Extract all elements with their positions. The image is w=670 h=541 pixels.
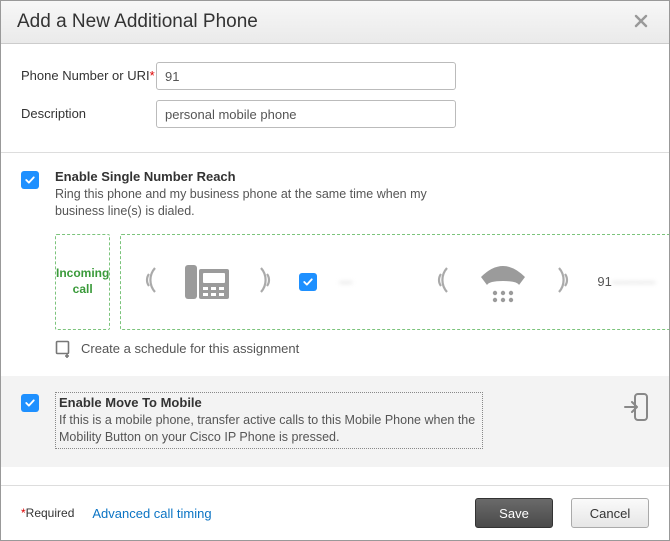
mobile-phone-number: 91––––––: [597, 274, 655, 289]
phone-number-label: Phone Number or URI*: [21, 68, 156, 85]
signal-right2-icon: [553, 260, 575, 303]
move-to-mobile-section: Enable Move To Mobile If this is a mobil…: [1, 376, 669, 467]
phone-number-input[interactable]: [156, 62, 456, 90]
calendar-add-icon: [55, 340, 73, 358]
save-button[interactable]: Save: [475, 498, 553, 528]
create-schedule-label: Create a schedule for this assignment: [81, 341, 299, 356]
snr-text: Enable Single Number Reach Ring this pho…: [55, 169, 649, 220]
desk-phone-icon: [183, 257, 233, 307]
dialog-titlebar: Add a New Additional Phone: [1, 1, 669, 44]
description-label: Description: [21, 106, 156, 123]
advanced-call-timing-link[interactable]: Advanced call timing: [92, 506, 211, 521]
signal-left2-icon: [431, 260, 453, 303]
snr-title: Enable Single Number Reach: [55, 169, 649, 184]
move-text: Enable Move To Mobile If this is a mobil…: [55, 392, 609, 449]
transfer-to-mobile-icon: [623, 392, 649, 422]
signal-left-icon: [139, 260, 161, 303]
close-icon[interactable]: [629, 11, 653, 33]
description-input[interactable]: [156, 100, 456, 128]
form-area: Phone Number or URI* Description: [1, 44, 669, 152]
focused-region: Enable Move To Mobile If this is a mobil…: [55, 392, 483, 449]
cancel-button[interactable]: Cancel: [571, 498, 649, 528]
required-note: *Required: [21, 506, 74, 520]
dialog-title: Add a New Additional Phone: [17, 11, 258, 33]
move-title: Enable Move To Mobile: [59, 395, 479, 410]
phone-number-row: Phone Number or URI*: [21, 62, 649, 90]
phones-box: — 91––––––: [120, 234, 669, 330]
snr-diagram: Incoming call: [55, 234, 649, 330]
add-phone-dialog: Add a New Additional Phone Phone Number …: [0, 0, 670, 541]
create-schedule-row[interactable]: Create a schedule for this assignment: [55, 340, 649, 358]
signal-right-icon: [255, 260, 277, 303]
snr-description: Ring this phone and my business phone at…: [55, 186, 435, 220]
handset-icon: [475, 259, 531, 305]
incoming-call-box: Incoming call: [55, 234, 110, 330]
move-description: If this is a mobile phone, transfer acti…: [59, 412, 479, 446]
desk-phone-checkbox[interactable]: [299, 273, 317, 291]
snr-header-row: Enable Single Number Reach Ring this pho…: [21, 169, 649, 220]
description-row: Description: [21, 100, 649, 128]
snr-checkbox[interactable]: [21, 171, 39, 189]
dialog-footer: *Required Advanced call timing Save Canc…: [1, 485, 669, 540]
single-number-reach-section: Enable Single Number Reach Ring this pho…: [1, 153, 669, 376]
dialog-body: Phone Number or URI* Description Enable …: [1, 44, 669, 485]
required-asterisk: *: [150, 68, 155, 83]
move-header-row: Enable Move To Mobile If this is a mobil…: [21, 392, 649, 449]
desk-phone-number: —: [339, 274, 409, 289]
move-to-mobile-checkbox[interactable]: [21, 394, 39, 412]
